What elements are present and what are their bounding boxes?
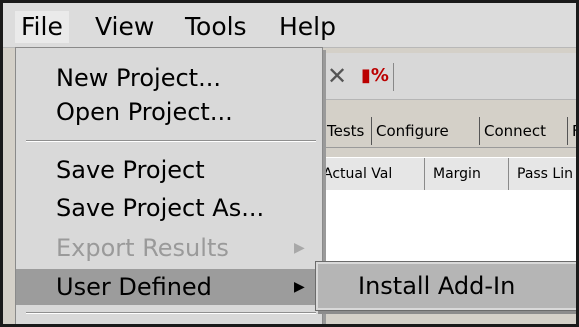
- close-x-icon[interactable]: ✕: [327, 63, 347, 89]
- column-actual-val[interactable]: Actual Val: [315, 158, 425, 190]
- menu-help[interactable]: Help: [273, 11, 342, 43]
- column-margin[interactable]: Margin: [425, 158, 509, 190]
- menu-item-label: Export Results: [56, 234, 229, 262]
- menu-item-label: Open Project...: [56, 98, 233, 126]
- user-defined-submenu: Install Add-In: [315, 261, 576, 311]
- menu-item-user-defined[interactable]: User Defined ▶: [16, 269, 322, 305]
- submenu-arrow-icon: ▶: [294, 279, 305, 295]
- app-window: File View Tools Help ✕ ▮% Tests Configur…: [0, 0, 579, 327]
- menu-view[interactable]: View: [89, 11, 160, 43]
- menu-item-export-results[interactable]: Export Results ▶: [16, 230, 322, 266]
- toolbar-separator: [393, 63, 394, 91]
- file-menu-dropdown: New Project... Open Project... Save Proj…: [15, 47, 323, 324]
- menu-item-install-add-in[interactable]: Install Add-In: [318, 264, 576, 308]
- menu-item-label: Save Project As...: [56, 194, 265, 222]
- tab-configure[interactable]: Configure: [371, 117, 453, 145]
- menu-item-label: User Defined: [56, 273, 212, 301]
- menu-item-open-project[interactable]: Open Project...: [16, 94, 322, 130]
- toolbar: ✕ ▮%: [315, 53, 576, 100]
- menu-item-new-project[interactable]: New Project...: [16, 60, 322, 96]
- column-pass-limit[interactable]: Pass Lin: [509, 158, 576, 190]
- menu-item-save-project-as[interactable]: Save Project As...: [16, 190, 322, 226]
- menu-separator: [26, 312, 316, 314]
- menu-item-label: Install Add-In: [358, 272, 516, 300]
- menu-item-save-project[interactable]: Save Project: [16, 152, 322, 188]
- menu-item-label: Save Project: [56, 156, 205, 184]
- grid-body: [315, 190, 576, 270]
- menu-separator: [26, 140, 316, 142]
- menu-bar: File View Tools Help: [3, 3, 576, 48]
- menu-tools[interactable]: Tools: [179, 11, 253, 43]
- battery-percent-icon[interactable]: ▮%: [361, 63, 389, 89]
- submenu-arrow-icon: ▶: [294, 240, 305, 256]
- menu-item-label: New Project...: [56, 64, 221, 92]
- tab-tests[interactable]: Tests: [323, 117, 368, 145]
- tab-strip: Tests Configure Connect F: [315, 111, 576, 148]
- tab-connect[interactable]: Connect: [479, 117, 550, 145]
- menu-file[interactable]: File: [15, 11, 69, 43]
- tab-partial[interactable]: F: [567, 117, 576, 145]
- grid-header: Actual Val Margin Pass Lin: [315, 157, 576, 191]
